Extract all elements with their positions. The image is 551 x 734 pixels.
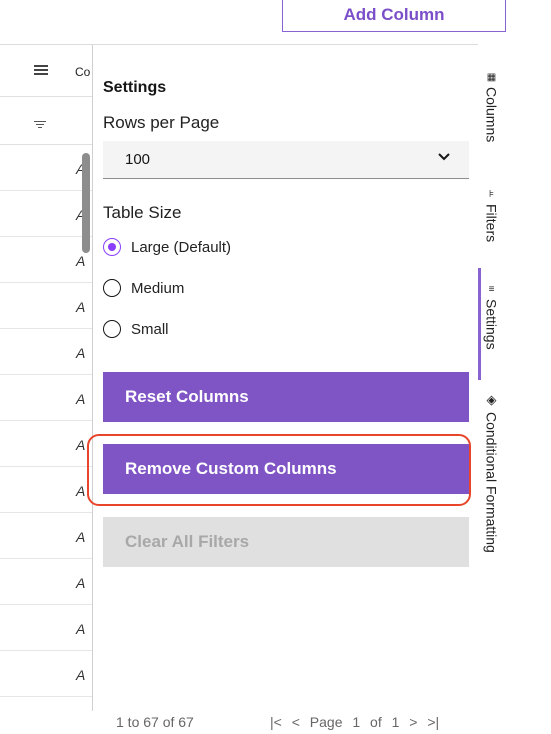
tab-settings-label: Settings (483, 299, 500, 350)
table-row[interactable]: A (0, 191, 92, 237)
next-page-icon[interactable]: > (409, 714, 417, 730)
radio-button-checked[interactable] (103, 238, 121, 256)
column-header-label[interactable]: Co (75, 65, 90, 79)
table-row[interactable]: A (0, 421, 92, 467)
tab-conditional-formatting[interactable]: ◈ Conditional Formatting (478, 392, 505, 553)
data-grid: Co A A A A A A A A A A A A Settings Rows… (0, 44, 505, 711)
radio-size-medium[interactable]: Medium (103, 279, 184, 297)
radio-size-small[interactable]: Small (103, 320, 169, 338)
table-row[interactable]: A (0, 145, 92, 191)
tab-conditional-formatting-label: Conditional Formatting (483, 412, 500, 553)
prev-page-icon[interactable]: < (292, 714, 300, 730)
grid-visible-columns: Co A A A A A A A A A A A A (0, 45, 92, 711)
vertical-scrollbar-thumb[interactable] (82, 153, 90, 253)
table-cell: A (76, 667, 86, 683)
radio-button[interactable] (103, 279, 121, 297)
chevron-down-icon (438, 153, 450, 161)
radio-size-large[interactable]: Large (Default) (103, 238, 231, 256)
pagination-controls[interactable]: |< < Page 1 of 1 > >| (270, 714, 439, 730)
page-indicator: Page 1 of 1 (309, 714, 400, 730)
table-row[interactable]: A (0, 605, 92, 651)
first-page-icon[interactable]: |< (270, 714, 282, 730)
side-tab-bar: ▦ Columns ⊧ Filters ≡ Settings ◈ Conditi… (478, 44, 505, 710)
highlight-outline (87, 434, 471, 506)
table-size-label: Table Size (103, 203, 182, 222)
radio-label-small: Small (131, 320, 169, 338)
table-cell: A (76, 575, 86, 591)
table-row[interactable]: A (0, 283, 92, 329)
table-cell: A (76, 529, 86, 545)
tab-filters[interactable]: ⊧ Filters (478, 189, 505, 242)
settings-panel: Settings Rows per Page 100 Table Size La… (87, 45, 478, 711)
table-row[interactable]: A (0, 651, 92, 697)
table-row[interactable]: A (0, 329, 92, 375)
settings-title: Settings (103, 79, 167, 96)
table-cell: A (76, 345, 86, 361)
tab-settings[interactable]: ≡ Settings (478, 284, 505, 350)
filter-icon: ⊧ (488, 189, 495, 200)
last-page-icon[interactable]: >| (427, 714, 439, 730)
rows-per-page-value: 100 (125, 151, 151, 168)
columns-icon: ▦ (486, 72, 497, 83)
table-cell: A (76, 253, 86, 269)
add-column-button[interactable]: Add Column (282, 0, 506, 32)
rows-per-page-select[interactable]: 100 (103, 141, 469, 179)
row-count-text: 1 to 67 of 67 (116, 714, 194, 730)
table-cell: A (76, 437, 86, 453)
table-row[interactable]: A (0, 467, 92, 513)
radio-button[interactable] (103, 320, 121, 338)
table-cell: A (76, 391, 86, 407)
radio-label-large: Large (Default) (131, 238, 232, 256)
pagination-footer: 1 to 67 of 67 |< < Page 1 of 1 > >| (0, 710, 505, 734)
paint-bucket-icon: ◈ (486, 392, 497, 407)
clear-all-filters-button[interactable]: Clear All Filters (103, 517, 469, 567)
tab-filters-label: Filters (483, 204, 500, 243)
settings-icon: ≡ (488, 284, 495, 295)
table-row[interactable]: A (0, 237, 92, 283)
top-toolbar: Add Column (0, 0, 551, 44)
table-row[interactable]: A (0, 559, 92, 605)
table-row[interactable]: A (0, 375, 92, 421)
reset-columns-button[interactable]: Reset Columns (103, 372, 469, 422)
tab-columns[interactable]: ▦ Columns (478, 72, 505, 142)
table-row[interactable]: A (0, 513, 92, 559)
column-filter-icon[interactable] (34, 121, 46, 131)
column-menu-icon[interactable] (34, 65, 48, 75)
table-cell: A (76, 483, 86, 499)
filter-row (0, 97, 92, 145)
radio-label-medium: Medium (131, 279, 185, 297)
table-cell: A (76, 621, 86, 637)
tab-columns-label: Columns (483, 87, 500, 143)
rows-per-page-label: Rows per Page (103, 113, 220, 132)
table-cell: A (76, 299, 86, 315)
column-header-row: Co (0, 45, 92, 97)
